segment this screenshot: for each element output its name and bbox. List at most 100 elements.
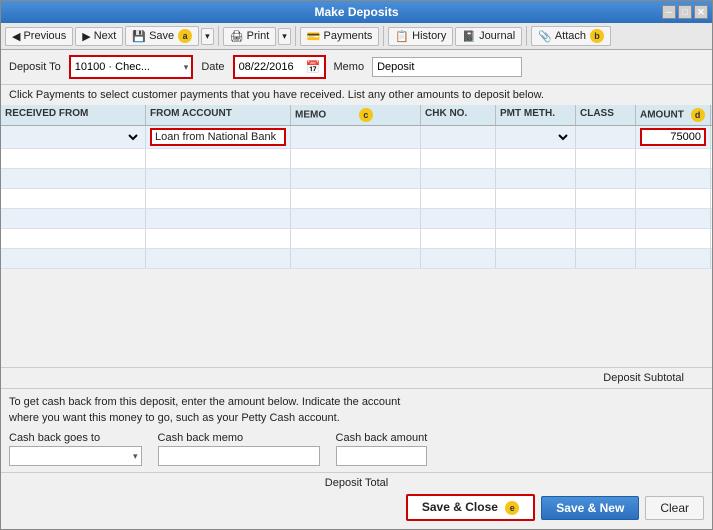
table-row bbox=[1, 189, 712, 209]
cash-goes-to-wrap: ▾ bbox=[9, 446, 142, 466]
bottom-section: Deposit Total Save & Close e Save & New … bbox=[1, 472, 712, 529]
deposit-to-wrapper: ▾ bbox=[69, 55, 194, 79]
cash-memo-label: Cash back memo bbox=[158, 432, 320, 444]
toolbar: ◀ Previous ▶ Next 💾 Save a ▾ 🖨 Print ▾ 💳… bbox=[1, 23, 712, 50]
save-icon: 💾 bbox=[132, 30, 146, 43]
td-memo-0 bbox=[291, 126, 421, 148]
th-scroll bbox=[711, 105, 712, 125]
th-amount: AMOUNT d bbox=[636, 105, 711, 125]
print-button[interactable]: 🖨 Print bbox=[223, 27, 277, 46]
attach-button[interactable]: 📎 Attach b bbox=[531, 26, 611, 46]
badge-a: a bbox=[178, 29, 192, 43]
td-received-from-0 bbox=[1, 126, 146, 148]
table-row bbox=[1, 209, 712, 229]
table-row bbox=[1, 249, 712, 269]
memo-input[interactable] bbox=[372, 57, 522, 77]
journal-button[interactable]: 📓 Journal bbox=[455, 27, 522, 46]
th-chk-no: CHK NO. bbox=[421, 105, 496, 125]
cash-amount-label: Cash back amount bbox=[336, 432, 428, 444]
button-row: Save & Close e Save & New Clear bbox=[9, 494, 704, 521]
td-amount-0 bbox=[636, 126, 711, 148]
th-received-from: RECEIVED FROM bbox=[1, 105, 146, 125]
table-row bbox=[1, 229, 712, 249]
previous-icon: ◀ bbox=[12, 30, 20, 43]
separator-3 bbox=[383, 26, 384, 46]
pmt-meth-select-0[interactable] bbox=[500, 130, 571, 144]
from-account-cell-0[interactable]: Loan from National Bank bbox=[150, 128, 286, 146]
make-deposits-window: Make Deposits ─ □ ✕ ◀ Previous ▶ Next 💾 … bbox=[0, 0, 713, 530]
cash-goes-to-input[interactable] bbox=[10, 448, 130, 464]
received-from-select-0[interactable] bbox=[5, 130, 141, 144]
badge-d: d bbox=[691, 108, 705, 122]
cash-goes-to-group: Cash back goes to ▾ bbox=[9, 432, 142, 466]
maximize-button[interactable]: □ bbox=[678, 5, 692, 19]
class-cell-0[interactable] bbox=[580, 131, 631, 143]
history-button[interactable]: 📋 History bbox=[388, 27, 453, 46]
cash-memo-group: Cash back memo bbox=[158, 432, 320, 466]
calendar-icon[interactable]: 📅 bbox=[303, 60, 324, 74]
memo-cell-0[interactable] bbox=[295, 131, 416, 143]
next-button[interactable]: ▶ Next bbox=[75, 27, 123, 46]
close-button[interactable]: ✕ bbox=[694, 5, 708, 19]
window-controls: ─ □ ✕ bbox=[662, 5, 708, 19]
th-pmt-meth: PMT METH. bbox=[496, 105, 576, 125]
history-icon: 📋 bbox=[395, 30, 409, 43]
amount-cell-0[interactable] bbox=[640, 128, 706, 146]
title-bar: Make Deposits ─ □ ✕ bbox=[1, 1, 712, 23]
th-memo: MEMO c bbox=[291, 105, 421, 125]
chk-cell-0[interactable] bbox=[425, 131, 491, 143]
from-account-text-0: Loan from National Bank bbox=[155, 131, 276, 143]
info-text: Click Payments to select customer paymen… bbox=[1, 85, 712, 105]
table-row: Loan from National Bank bbox=[1, 126, 712, 149]
subtotal-label: Deposit Subtotal bbox=[603, 372, 684, 384]
date-label: Date bbox=[201, 61, 224, 73]
attach-icon: 📎 bbox=[538, 30, 552, 43]
print-dropdown-button[interactable]: ▾ bbox=[278, 28, 291, 45]
td-pmt-0 bbox=[496, 126, 576, 148]
save-close-button[interactable]: Save & Close e bbox=[406, 494, 535, 521]
journal-icon: 📓 bbox=[462, 30, 476, 43]
date-wrapper: 📅 bbox=[233, 55, 326, 79]
next-icon: ▶ bbox=[82, 30, 90, 43]
cash-amount-input[interactable] bbox=[337, 448, 417, 464]
separator-1 bbox=[218, 26, 219, 46]
payments-button[interactable]: 💳 Payments bbox=[300, 27, 380, 46]
deposit-to-label: Deposit To bbox=[9, 61, 61, 73]
form-row: Deposit To ▾ Date 📅 Memo bbox=[1, 50, 712, 85]
save-dropdown-button[interactable]: ▾ bbox=[201, 28, 214, 45]
date-input[interactable] bbox=[235, 57, 303, 77]
save-button[interactable]: 💾 Save a bbox=[125, 26, 199, 46]
table-container: RECEIVED FROM FROM ACCOUNT MEMO c CHK NO… bbox=[1, 105, 712, 368]
badge-e: e bbox=[505, 501, 519, 515]
cash-memo-input[interactable] bbox=[159, 448, 319, 464]
separator-4 bbox=[526, 26, 527, 46]
deposit-to-dropdown-icon[interactable]: ▾ bbox=[181, 62, 192, 73]
table-row bbox=[1, 169, 712, 189]
badge-c: c bbox=[359, 108, 373, 122]
deposit-to-input[interactable] bbox=[71, 57, 181, 77]
td-from-account-0: Loan from National Bank bbox=[146, 126, 291, 148]
print-icon: 🖨 bbox=[230, 30, 244, 43]
save-new-button[interactable]: Save & New bbox=[541, 496, 639, 520]
payments-icon: 💳 bbox=[307, 30, 321, 43]
td-class-0 bbox=[576, 126, 636, 148]
badge-b: b bbox=[590, 29, 604, 43]
td-extra-0 bbox=[711, 126, 712, 148]
cash-goes-to-dropdown-icon[interactable]: ▾ bbox=[130, 451, 141, 462]
cash-goes-to-label: Cash back goes to bbox=[9, 432, 142, 444]
cash-back-fields: Cash back goes to ▾ Cash back memo Cash … bbox=[9, 432, 704, 466]
minimize-button[interactable]: ─ bbox=[662, 5, 676, 19]
previous-button[interactable]: ◀ Previous bbox=[5, 27, 73, 46]
cash-amount-group: Cash back amount bbox=[336, 432, 428, 466]
window-title: Make Deposits bbox=[314, 5, 398, 19]
cash-memo-wrap bbox=[158, 446, 320, 466]
table-row bbox=[1, 149, 712, 169]
deposit-total-label: Deposit Total bbox=[325, 477, 388, 489]
cash-back-info: To get cash back from this deposit, ente… bbox=[9, 395, 704, 426]
table-body: Loan from National Bank bbox=[1, 126, 712, 367]
clear-button[interactable]: Clear bbox=[645, 496, 704, 520]
separator-2 bbox=[295, 26, 296, 46]
td-chk-0 bbox=[421, 126, 496, 148]
th-class: CLASS bbox=[576, 105, 636, 125]
cash-back-section: To get cash back from this deposit, ente… bbox=[1, 389, 712, 472]
